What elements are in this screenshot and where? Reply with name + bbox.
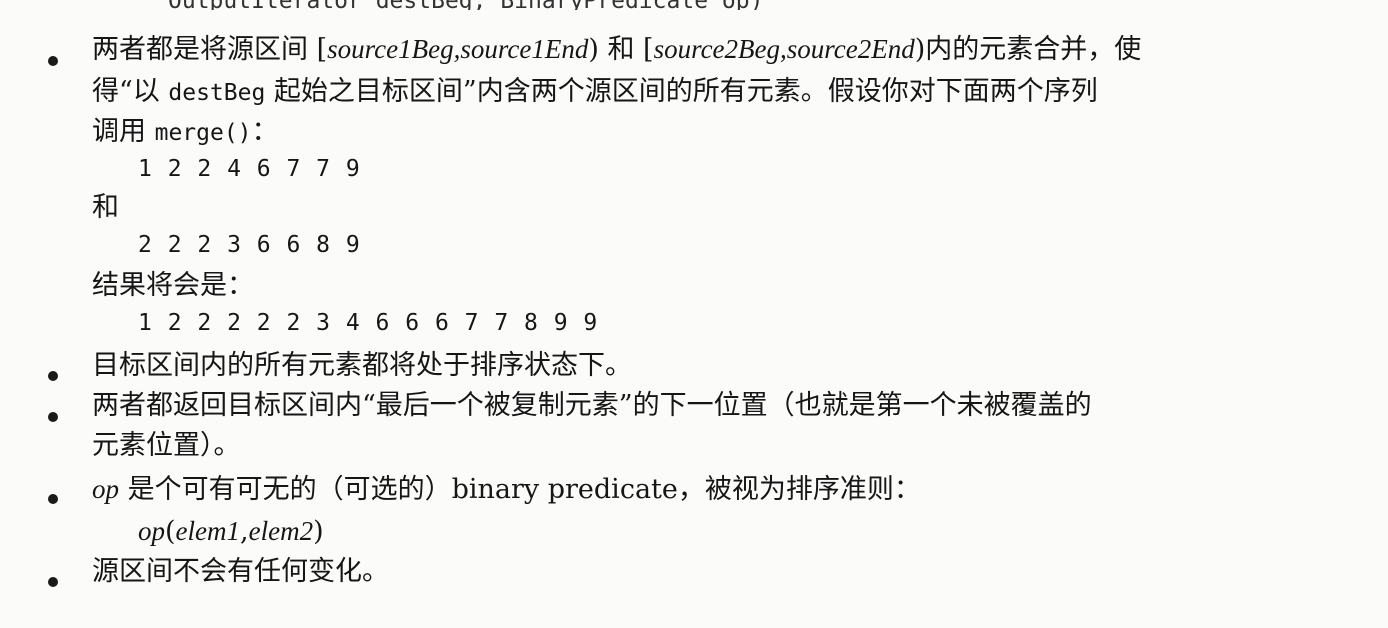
bullet-marker [48,494,58,504]
document-page: { "top_cut_line": "OutputIterator destBe… [0,0,1388,628]
bullet-1-line-2: 得“以 destBeg 起始之目标区间”内含两个源区间的所有元素。假设你对下面两… [92,76,1098,107]
bullet-1-line-1: 两者都是将源区间 [source1Beg,source1End) 和 [sour… [92,34,1142,65]
and-label: 和 [92,192,119,223]
bullet-4-line-1: op 是个可有可无的（可选的）binary predicate，被视为排序准则： [92,474,921,505]
bullet-3-line-1: 两者都返回目标区间内“最后一个被复制元素”的下一位置（也就是第一个未被覆盖的 [92,390,1092,421]
bullet-2-text: 目标区间内的所有元素都将处于排序状态下。 [92,350,632,381]
bullet-marker [48,412,58,422]
sequence-1: 1 2 2 4 6 7 7 9 [138,156,361,182]
bullet-4-line-2: op(elem1,elem2) [138,516,324,547]
cut-off-signature-line: OutputIterator destBeg, BinaryPredicate … [168,0,763,10]
bullet-marker [48,56,58,66]
bullet-3-line-2: 元素位置）。 [92,430,241,461]
bullet-5-text: 源区间不会有任何变化。 [92,556,389,587]
result-sequence: 1 2 2 2 2 2 3 4 6 6 6 7 7 8 9 9 [138,310,599,336]
bullet-marker [48,577,58,587]
result-label: 结果将会是： [92,270,254,301]
bullet-1-line-3: 调用 merge()： [92,116,279,147]
bullet-marker [48,371,58,381]
sequence-2: 2 2 2 3 6 6 8 9 [138,232,361,258]
